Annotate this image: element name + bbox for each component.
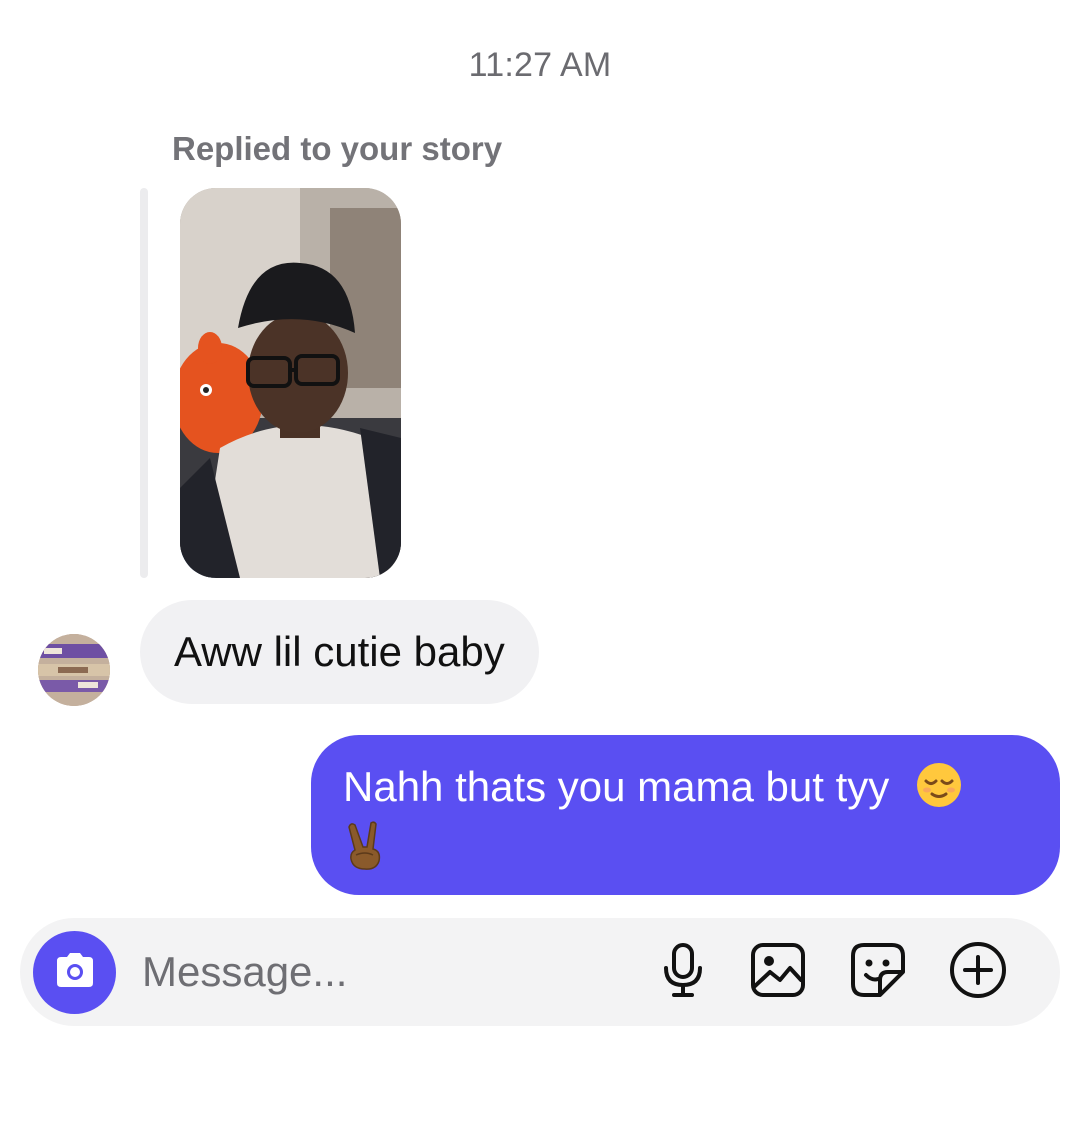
- camera-button[interactable]: [33, 931, 116, 1014]
- gallery-icon: [750, 942, 806, 1003]
- more-options-button[interactable]: [948, 940, 1008, 1005]
- incoming-message-text: Aww lil cutie baby: [174, 628, 505, 675]
- message-input[interactable]: [142, 918, 642, 1026]
- story-reply-bar: [140, 188, 148, 578]
- sticker-icon: [850, 942, 906, 1003]
- story-reply-label: Replied to your story: [172, 130, 503, 167]
- incoming-message-bubble[interactable]: Aww lil cutie baby: [140, 600, 539, 704]
- microphone-button[interactable]: [653, 942, 713, 1002]
- gallery-button[interactable]: [748, 942, 808, 1002]
- message-timestamp: 11:27 AM: [468, 46, 612, 84]
- message-composer: [20, 918, 1060, 1026]
- victory-hand-emoji: [343, 821, 387, 881]
- outgoing-message-bubble[interactable]: Nahh thats you mama but tyy: [311, 735, 1060, 895]
- sticker-button[interactable]: [848, 942, 908, 1002]
- relieved-face-emoji: [915, 761, 963, 819]
- outgoing-message-text: Nahh thats you mama but tyy: [343, 763, 890, 811]
- plus-circle-icon: [948, 940, 1008, 1005]
- camera-icon: [53, 951, 97, 994]
- story-thumbnail[interactable]: [180, 188, 401, 578]
- sender-avatar[interactable]: [38, 634, 110, 706]
- microphone-icon: [661, 942, 705, 1003]
